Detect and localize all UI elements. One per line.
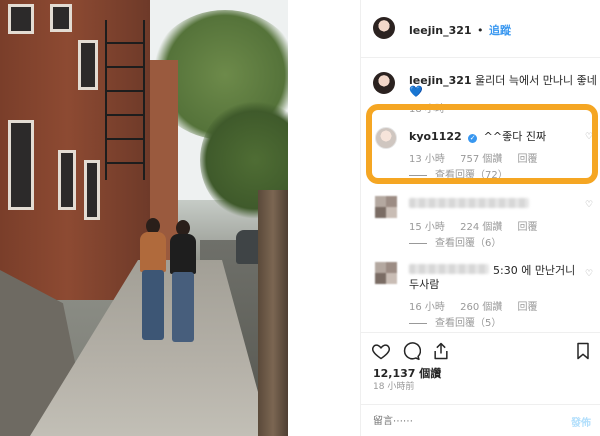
photo-window xyxy=(78,40,98,90)
blue-heart-emoji: 💙 xyxy=(409,85,423,98)
comment-3-view-replies[interactable]: 查看回覆（5） xyxy=(409,314,501,329)
replies-dash xyxy=(409,322,427,324)
bookmark-icon[interactable] xyxy=(573,341,593,361)
post-comment-button[interactable]: 發佈 xyxy=(571,414,591,429)
comment-3-meta: 16 小時 260 個讚 回覆 xyxy=(409,298,550,313)
heart-icon[interactable] xyxy=(371,341,391,361)
add-comment-bar: 發佈 xyxy=(361,404,600,436)
caption-avatar[interactable] xyxy=(373,72,395,94)
author-avatar[interactable] xyxy=(373,17,395,39)
comment-3-reply-button[interactable]: 回覆 xyxy=(518,302,538,313)
blurred-comment-text xyxy=(409,264,489,274)
post-photo[interactable] xyxy=(0,0,288,436)
comment-2-time[interactable]: 15 小時 xyxy=(409,222,445,233)
photo-window xyxy=(8,120,34,210)
comment-2-reply-button[interactable]: 回覆 xyxy=(518,222,538,233)
share-icon[interactable] xyxy=(431,341,451,361)
caption-line-2: 💙 xyxy=(409,85,423,98)
photo-fire-escape xyxy=(105,20,145,180)
post-sidebar: leejin_321 • 追蹤 leejin_321 울리더 늑에서 만나니 좋… xyxy=(360,0,600,436)
comment-2-likes[interactable]: 224 個讚 xyxy=(460,222,502,233)
comment-2-like-icon[interactable]: ♡ xyxy=(585,201,594,210)
author-username[interactable]: leejin_321 xyxy=(409,24,472,37)
comment-2-meta: 15 小時 224 個讚 回覆 xyxy=(409,218,550,233)
comment-icon[interactable] xyxy=(401,341,421,361)
photo-window xyxy=(8,4,34,34)
comment-3-like-icon[interactable]: ♡ xyxy=(585,270,594,279)
comment-3-likes[interactable]: 260 個讚 xyxy=(460,302,502,313)
comment-3-time[interactable]: 16 小時 xyxy=(409,302,445,313)
comment-2-view-replies-label[interactable]: 查看回覆（6） xyxy=(435,238,501,249)
blurred-avatar[interactable] xyxy=(375,196,397,218)
header-separator: • xyxy=(477,24,484,37)
photo-tree-trunk xyxy=(258,190,288,436)
caption: leejin_321 울리더 늑에서 만나니 좋네 ❤ xyxy=(409,72,600,88)
header-row: leejin_321 • 追蹤 xyxy=(409,22,511,38)
photo-window xyxy=(50,4,72,32)
replies-dash xyxy=(409,242,427,244)
comment-3-text-line-1: 5:30 에 만난거니 xyxy=(493,264,576,277)
post-header: leejin_321 • 追蹤 xyxy=(361,0,600,58)
post-actions: 12,137 個讚 18 小時前 xyxy=(361,332,600,412)
comment-highlight-box xyxy=(366,104,598,184)
follow-button[interactable]: 追蹤 xyxy=(489,24,511,37)
comment-input[interactable] xyxy=(373,413,553,429)
blurred-avatar[interactable] xyxy=(375,262,397,284)
photo-window xyxy=(84,160,100,220)
comment-3-text-line-2: 두사람 xyxy=(409,278,440,291)
caption-text: 울리더 늑에서 만나니 좋네 xyxy=(475,74,597,87)
comment-2-view-replies[interactable]: 查看回覆（6） xyxy=(409,234,501,249)
post-time[interactable]: 18 小時前 xyxy=(373,379,414,392)
photo-window xyxy=(58,150,76,210)
comment-3-view-replies-label[interactable]: 查看回覆（5） xyxy=(435,318,501,329)
blurred-comment-text xyxy=(409,198,529,208)
